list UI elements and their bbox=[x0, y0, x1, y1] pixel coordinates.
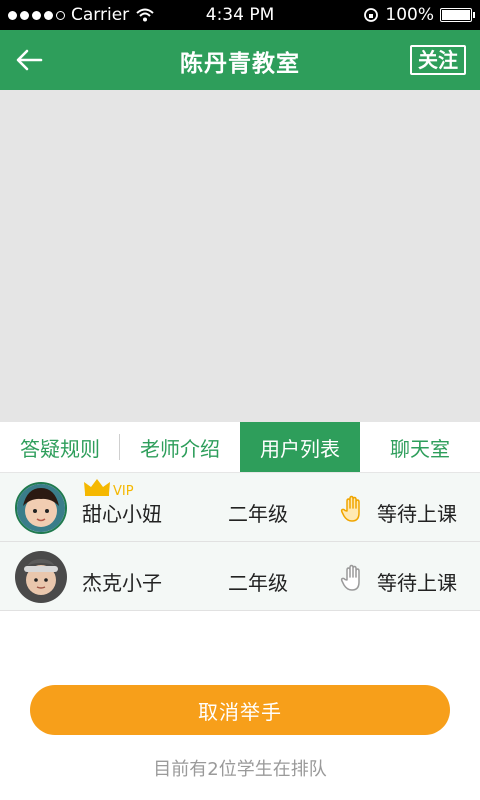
video-area[interactable] bbox=[0, 90, 480, 422]
crown-icon bbox=[84, 479, 110, 496]
list-item[interactable]: VIP 甜心小妞 二年级 等待上课 bbox=[0, 473, 480, 542]
hand-icon bbox=[340, 564, 360, 591]
tab-chat-room[interactable]: 聊天室 bbox=[360, 422, 480, 472]
user-status: 等待上课 bbox=[377, 502, 457, 526]
user-status: 等待上课 bbox=[377, 571, 457, 595]
user-name: 甜心小妞 bbox=[82, 502, 162, 526]
queue-info: 目前有2位学生在排队 bbox=[153, 759, 327, 780]
tab-bar: 答疑规则 老师介绍 用户列表 聊天室 bbox=[0, 422, 480, 473]
raised-hand-icon bbox=[340, 495, 360, 522]
user-grade: 二年级 bbox=[228, 571, 288, 595]
user-grade: 二年级 bbox=[228, 502, 288, 526]
status-right: 100% bbox=[363, 5, 475, 25]
tab-user-list[interactable]: 用户列表 bbox=[240, 422, 360, 472]
tab-teacher-intro[interactable]: 老师介绍 bbox=[120, 422, 240, 472]
cancel-raise-hand-button[interactable]: 取消举手 bbox=[30, 685, 450, 735]
list-item[interactable]: 杰克小子 二年级 等待上课 bbox=[0, 542, 480, 611]
battery-icon bbox=[440, 8, 475, 22]
nav-bar: 陈丹青教室 关注 bbox=[0, 30, 480, 90]
tab-qa-rules[interactable]: 答疑规则 bbox=[0, 422, 120, 472]
status-bar: Carrier 4:34 PM 100% bbox=[0, 0, 480, 30]
user-list: VIP 甜心小妞 二年级 等待上课 杰克小子 二年级 等待上课 bbox=[0, 473, 480, 611]
avatar bbox=[15, 551, 67, 603]
follow-button[interactable]: 关注 bbox=[410, 45, 466, 75]
rotation-lock-icon bbox=[364, 8, 379, 22]
page-title: 陈丹青教室 bbox=[180, 51, 300, 77]
battery-percent: 100% bbox=[385, 5, 434, 25]
vip-badge: VIP bbox=[113, 484, 134, 499]
user-name: 杰克小子 bbox=[82, 571, 162, 595]
avatar bbox=[15, 482, 67, 534]
